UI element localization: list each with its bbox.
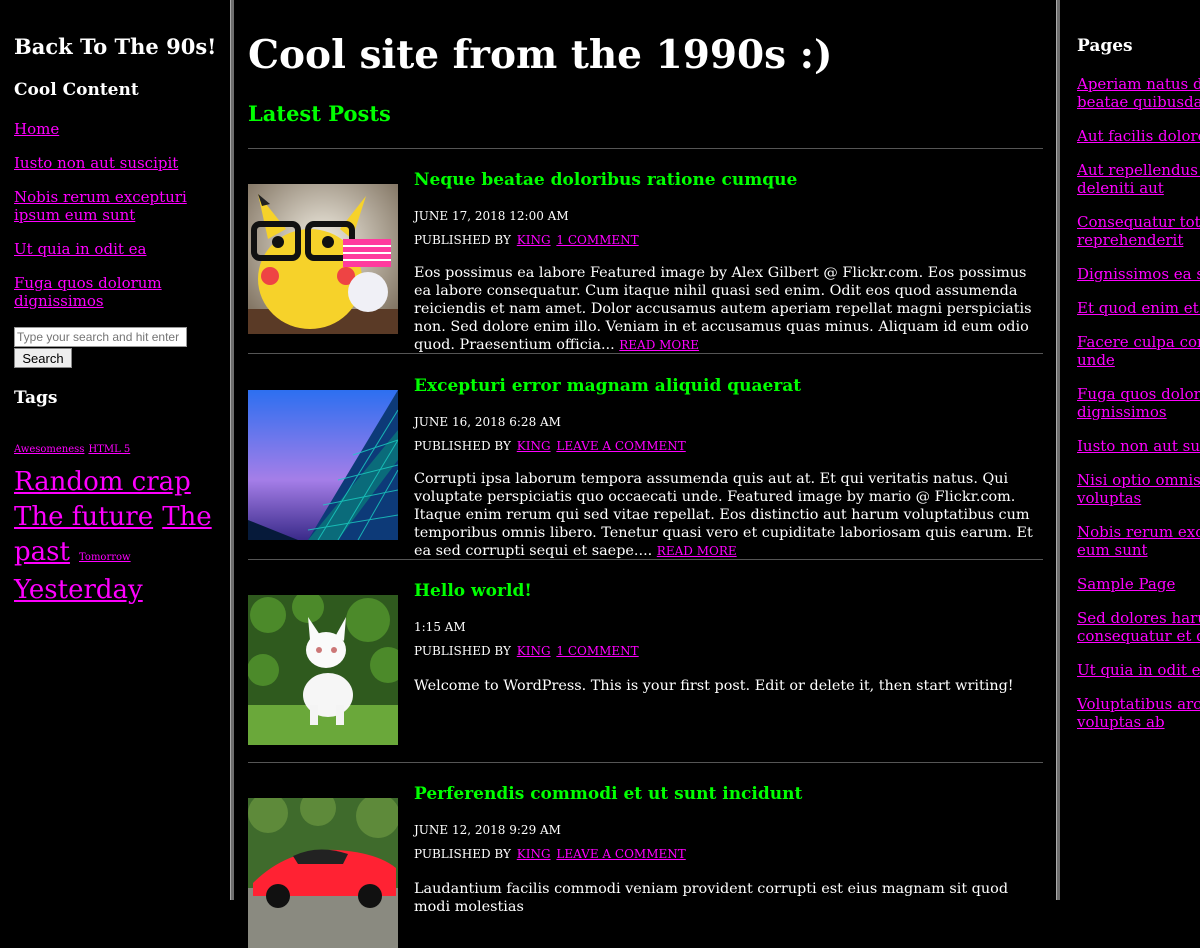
- post-excerpt: Corrupti ipsa laborum tempora assumenda …: [414, 470, 1042, 560]
- post-title[interactable]: Perferendis commodi et ut sunt incidunt: [414, 784, 802, 804]
- right-sidebar: Pages Aperiam natus debitis beatae quibu…: [1062, 0, 1200, 900]
- page-link[interactable]: Iusto non aut suscipit: [1077, 437, 1200, 455]
- page-link[interactable]: Voluptatibus architecto voluptas ab: [1077, 695, 1200, 731]
- post-byline: PUBLISHED BY KING LEAVE A COMMENT: [414, 847, 686, 861]
- post-separator: [248, 148, 1043, 149]
- main-content: Cool site from the 1990s :) Latest Posts…: [248, 0, 1043, 948]
- nav-link-iusto[interactable]: Iusto non aut suscipit: [14, 154, 214, 172]
- tags-heading: Tags: [14, 388, 58, 408]
- cool-content-heading: Cool Content: [14, 80, 139, 100]
- page-link[interactable]: Dignissimos ea sit: [1077, 265, 1200, 283]
- post-title[interactable]: Excepturi error magnam aliquid quaerat: [414, 376, 801, 396]
- post-title-link[interactable]: Perferendis commodi et ut sunt incidunt: [414, 784, 802, 804]
- post-excerpt: Eos possimus ea labore Featured image by…: [414, 264, 1042, 354]
- post-title-link[interactable]: Neque beatae doloribus ratione cumque: [414, 170, 797, 190]
- page-link[interactable]: Et quod enim et harum: [1077, 299, 1200, 317]
- left-divider: [230, 0, 234, 900]
- page-link[interactable]: Aut repellendus quos deleniti aut: [1077, 161, 1200, 197]
- post-thumbnail-sports-car[interactable]: [248, 798, 398, 948]
- site-title: Back To The 90s!: [14, 34, 217, 59]
- post-thumbnail-pikachu[interactable]: [248, 184, 398, 334]
- post-excerpt: Welcome to WordPress. This is your first…: [414, 677, 1042, 695]
- excerpt-text: Eos possimus ea labore Featured image by…: [414, 265, 1032, 353]
- tag-awesomeness[interactable]: Awesomeness: [14, 444, 84, 455]
- tag-html5[interactable]: HTML 5: [88, 444, 130, 455]
- post-thumbnail-building[interactable]: [248, 390, 398, 540]
- left-sidebar: Back To The 90s! Cool Content Home Iusto…: [0, 0, 230, 900]
- post-date: JUNE 17, 2018 12:00 AM: [414, 209, 569, 223]
- nav-link-nobis[interactable]: Nobis rerum excepturi ipsum eum sunt: [14, 188, 214, 224]
- search-button[interactable]: Search: [14, 348, 72, 368]
- tag-the-future[interactable]: The future: [14, 502, 153, 532]
- page-link[interactable]: Aut facilis dolores et: [1077, 127, 1200, 145]
- published-by-label: PUBLISHED BY: [414, 847, 511, 861]
- page-link[interactable]: Facere culpa consequatur unde: [1077, 333, 1200, 369]
- pages-heading: Pages: [1077, 36, 1133, 56]
- tag-cloud: Awesomeness HTML 5 Random crap The future…: [14, 430, 219, 609]
- page-link[interactable]: Sed dolores harum consequatur et quo: [1077, 609, 1200, 645]
- author-link[interactable]: KING: [517, 644, 551, 658]
- published-by-label: PUBLISHED BY: [414, 644, 511, 658]
- page-link[interactable]: Fuga quos dolorum dignissimos: [1077, 385, 1200, 421]
- read-more-link[interactable]: READ MORE: [657, 544, 737, 558]
- post-separator: [248, 353, 1043, 354]
- page-link[interactable]: Nisi optio omnis sit voluptas: [1077, 471, 1200, 507]
- nav-link-home[interactable]: Home: [14, 120, 214, 138]
- post-byline: PUBLISHED BY KING LEAVE A COMMENT: [414, 439, 686, 453]
- post-thumbnail-kitten[interactable]: [248, 595, 398, 745]
- author-link[interactable]: KING: [517, 233, 551, 247]
- tag-tomorrow[interactable]: Tomorrow: [79, 552, 131, 563]
- post-date: JUNE 12, 2018 9:29 AM: [414, 823, 561, 837]
- page-link[interactable]: Ut quia in odit ea: [1077, 661, 1200, 679]
- author-link[interactable]: KING: [517, 847, 551, 861]
- post-title-link[interactable]: Excepturi error magnam aliquid quaerat: [414, 376, 801, 396]
- post-byline: PUBLISHED BY KING 1 COMMENT: [414, 644, 639, 658]
- tag-random-crap[interactable]: Random crap: [14, 467, 191, 497]
- page-link[interactable]: Aperiam natus debitis beatae quibusdam q…: [1077, 75, 1200, 111]
- excerpt-text: Laudantium facilis commodi veniam provid…: [414, 881, 1009, 915]
- nav-link-fuga[interactable]: Fuga quos dolorum dignissimos: [14, 274, 214, 310]
- search-input[interactable]: [14, 327, 187, 347]
- comments-link[interactable]: 1 COMMENT: [556, 644, 638, 658]
- post-excerpt: Laudantium facilis commodi veniam provid…: [414, 880, 1042, 916]
- page-link[interactable]: Sample Page: [1077, 575, 1200, 593]
- post-title[interactable]: Hello world!: [414, 581, 532, 601]
- post-date: 1:15 AM: [414, 620, 466, 634]
- tag-yesterday[interactable]: Yesterday: [14, 575, 143, 605]
- comments-link[interactable]: LEAVE A COMMENT: [556, 847, 685, 861]
- published-by-label: PUBLISHED BY: [414, 233, 511, 247]
- post-title-link[interactable]: Hello world!: [414, 581, 532, 601]
- page-title: Cool site from the 1990s :): [248, 32, 833, 78]
- post-separator: [248, 762, 1043, 763]
- post-byline: PUBLISHED BY KING 1 COMMENT: [414, 233, 639, 247]
- read-more-link[interactable]: READ MORE: [619, 338, 699, 352]
- nav-link-ut-quia[interactable]: Ut quia in odit ea: [14, 240, 214, 258]
- comments-link[interactable]: LEAVE A COMMENT: [556, 439, 685, 453]
- page-link[interactable]: Nobis rerum excepturi eum sunt: [1077, 523, 1200, 559]
- post-title[interactable]: Neque beatae doloribus ratione cumque: [414, 170, 797, 190]
- excerpt-text: Welcome to WordPress. This is your first…: [414, 678, 1014, 694]
- post-date: JUNE 16, 2018 6:28 AM: [414, 415, 561, 429]
- page-link[interactable]: Consequatur totam reprehenderit: [1077, 213, 1200, 249]
- latest-posts-heading: Latest Posts: [248, 101, 391, 126]
- author-link[interactable]: KING: [517, 439, 551, 453]
- published-by-label: PUBLISHED BY: [414, 439, 511, 453]
- comments-link[interactable]: 1 COMMENT: [556, 233, 638, 247]
- right-divider: [1056, 0, 1060, 900]
- post-separator: [248, 559, 1043, 560]
